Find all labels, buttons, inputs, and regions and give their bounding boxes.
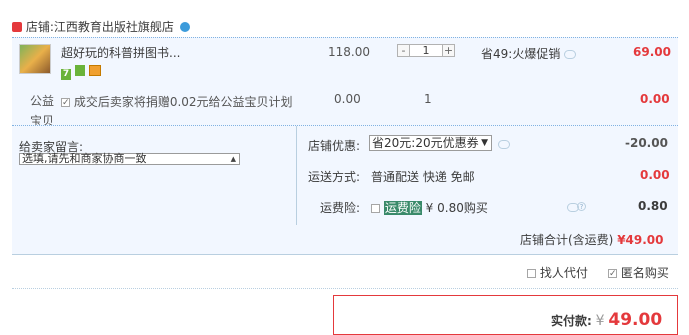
charity-total: 0.00 <box>640 92 670 106</box>
insurance-checkbox[interactable] <box>371 204 380 213</box>
insurance-option: 运费险 ¥ 0.80购买 <box>371 199 488 216</box>
charity-text: 成交后卖家将捐赠0.02元给公益宝贝计划 <box>73 95 293 109</box>
proxy-pay-label: 找人代付 <box>539 266 588 280</box>
shipping-amount: 0.00 <box>640 168 670 182</box>
shipping-label: 运送方式: <box>308 170 361 184</box>
card-icon <box>88 65 101 76</box>
insurance-amount: 0.80 <box>638 199 668 213</box>
quantity-input[interactable]: 1 <box>410 44 442 57</box>
promo-info-icon[interactable] <box>564 50 577 59</box>
charity-price: 0.00 <box>334 92 361 106</box>
seven-day-return-icon: 7 <box>61 69 71 80</box>
insurance-highlight: 运费险 <box>383 201 422 215</box>
charity-checkbox <box>61 98 70 107</box>
anonymous-purchase-option[interactable]: 匿名购买 <box>608 264 669 281</box>
quantity-stepper: -1 + <box>397 44 455 57</box>
store-subtotal-label: 店铺合计(含运费) <box>520 233 614 247</box>
quantity-increase-button[interactable]: + <box>442 44 455 57</box>
charity-label: 公益 <box>30 94 55 108</box>
store-coupon-select[interactable]: 省20元:20元优惠券 ▼ <box>369 135 492 151</box>
anonymous-purchase-checkbox[interactable] <box>608 269 617 278</box>
quantity-decrease-button[interactable]: - <box>397 44 410 57</box>
item-promo-text: 省49:火爆促销 <box>481 47 561 61</box>
product-service-badges: 7 <box>61 65 101 80</box>
discount-amount: -20.00 <box>625 136 668 150</box>
charity-quantity: 1 <box>424 92 432 106</box>
product-title-link[interactable]: 超好玩的科普拼图书... <box>61 44 180 61</box>
final-payment: 实付款: ¥ 49.00 <box>551 310 662 330</box>
proxy-pay-option[interactable]: 找人代付 <box>527 264 588 281</box>
shop-name-link[interactable]: 江西教育出版社旗舰店 <box>54 20 174 34</box>
proxy-pay-checkbox[interactable] <box>527 269 536 278</box>
final-payment-amount: 49.00 <box>608 310 663 330</box>
item-unit-price: 118.00 <box>328 45 370 59</box>
charity-description: 成交后卖家将捐赠0.02元给公益宝贝计划 <box>61 92 301 112</box>
product-thumbnail[interactable] <box>19 44 51 74</box>
shop-header: 店铺:江西教育出版社旗舰店 <box>12 18 190 34</box>
shipping-method: 普通配送 快递 免邮 <box>371 170 475 184</box>
discount-label: 店铺优惠: <box>308 139 361 153</box>
shop-icon <box>12 21 22 32</box>
seller-message-input[interactable]: 选填,请先和商家协商一致 ▲ <box>19 153 240 165</box>
coupon-dropdown-arrow-icon: ▼ <box>481 138 488 148</box>
insurance-price-text: ¥ 0.80购买 <box>425 201 488 215</box>
wangwang-chat-icon[interactable] <box>179 21 190 32</box>
item-total: 69.00 <box>633 45 671 59</box>
insurance-help-icon[interactable]: ? <box>577 202 586 211</box>
message-dropdown-arrow-icon[interactable]: ▲ <box>231 154 236 164</box>
insurance-label: 运费险: <box>320 201 361 215</box>
phone-icon <box>74 65 85 76</box>
store-subtotal: 店铺合计(含运费) ¥49.00 <box>520 231 664 248</box>
store-subtotal-amount: ¥49.00 <box>617 233 664 247</box>
final-payment-label: 实付款: <box>551 314 592 328</box>
coupon-info-icon[interactable] <box>498 140 510 149</box>
anonymous-purchase-label: 匿名购买 <box>620 266 669 280</box>
store-coupon-selected: 省20元:20元优惠券 <box>372 136 479 150</box>
final-payment-currency: ¥ <box>595 313 605 329</box>
item-promo: 省49:火爆促销 <box>481 45 577 62</box>
seller-message-placeholder: 选填,请先和商家协商一致 <box>22 152 147 165</box>
shop-label: 店铺: <box>25 20 54 34</box>
section-divider <box>12 288 678 289</box>
